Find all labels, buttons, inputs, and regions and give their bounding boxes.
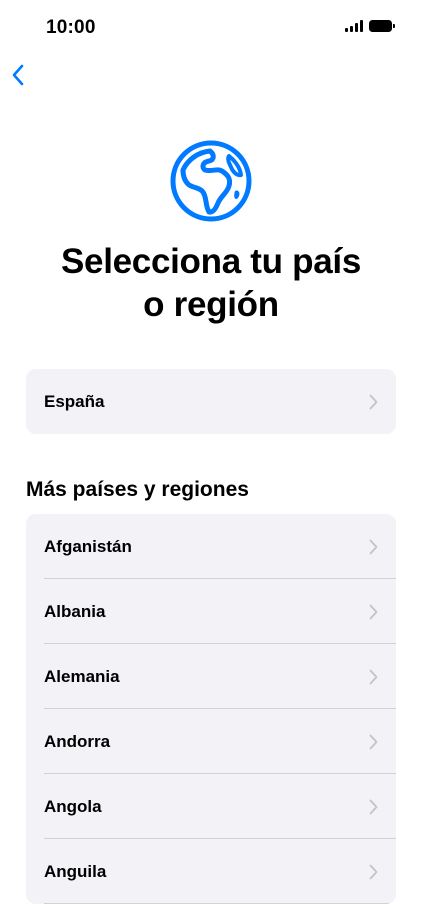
globe-icon bbox=[170, 140, 252, 222]
page-title: Selecciona tu país o región bbox=[0, 240, 422, 326]
list-item-label: Afganistán bbox=[44, 536, 132, 556]
list-item-current-region[interactable]: España bbox=[26, 369, 396, 434]
chevron-right-icon bbox=[369, 799, 378, 814]
status-bar: 10:00 bbox=[0, 0, 422, 56]
chevron-left-icon bbox=[12, 64, 24, 86]
list-item-label: Angola bbox=[44, 796, 102, 816]
list-item[interactable]: Anguila bbox=[26, 839, 396, 904]
page-title-line-1: Selecciona tu país bbox=[61, 242, 361, 281]
list-item-label: Anguila bbox=[44, 861, 107, 881]
chevron-right-icon bbox=[369, 734, 378, 749]
list-item[interactable]: Alemania bbox=[26, 644, 396, 709]
chevron-right-icon bbox=[369, 539, 378, 554]
status-time: 10:00 bbox=[46, 17, 96, 38]
row-divider bbox=[44, 903, 396, 904]
cellular-signal-icon bbox=[345, 20, 363, 32]
section-header: Más países y regiones bbox=[26, 478, 249, 501]
back-button[interactable] bbox=[6, 60, 30, 90]
list-item[interactable]: Afganistán bbox=[26, 514, 396, 579]
list-item-label: Andorra bbox=[44, 731, 111, 751]
status-icons bbox=[345, 20, 395, 32]
list-item-label: España bbox=[44, 391, 105, 411]
page-title-line-2: o región bbox=[143, 285, 279, 324]
list-item[interactable]: Albania bbox=[26, 579, 396, 644]
chevron-right-icon bbox=[369, 864, 378, 879]
list-item-label: Alemania bbox=[44, 666, 120, 686]
chevron-right-icon bbox=[369, 394, 378, 409]
screen: 10:00 Selecciona tu país o región España… bbox=[0, 0, 422, 913]
list-item-label: Albania bbox=[44, 601, 106, 621]
current-region-group: España bbox=[26, 369, 396, 434]
list-item[interactable]: Angola bbox=[26, 774, 396, 839]
list-item[interactable]: Andorra bbox=[26, 709, 396, 774]
countries-list: Afganistán Albania Alemania Andorra Ango… bbox=[26, 514, 396, 904]
battery-icon bbox=[369, 20, 395, 32]
chevron-right-icon bbox=[369, 604, 378, 619]
chevron-right-icon bbox=[369, 669, 378, 684]
